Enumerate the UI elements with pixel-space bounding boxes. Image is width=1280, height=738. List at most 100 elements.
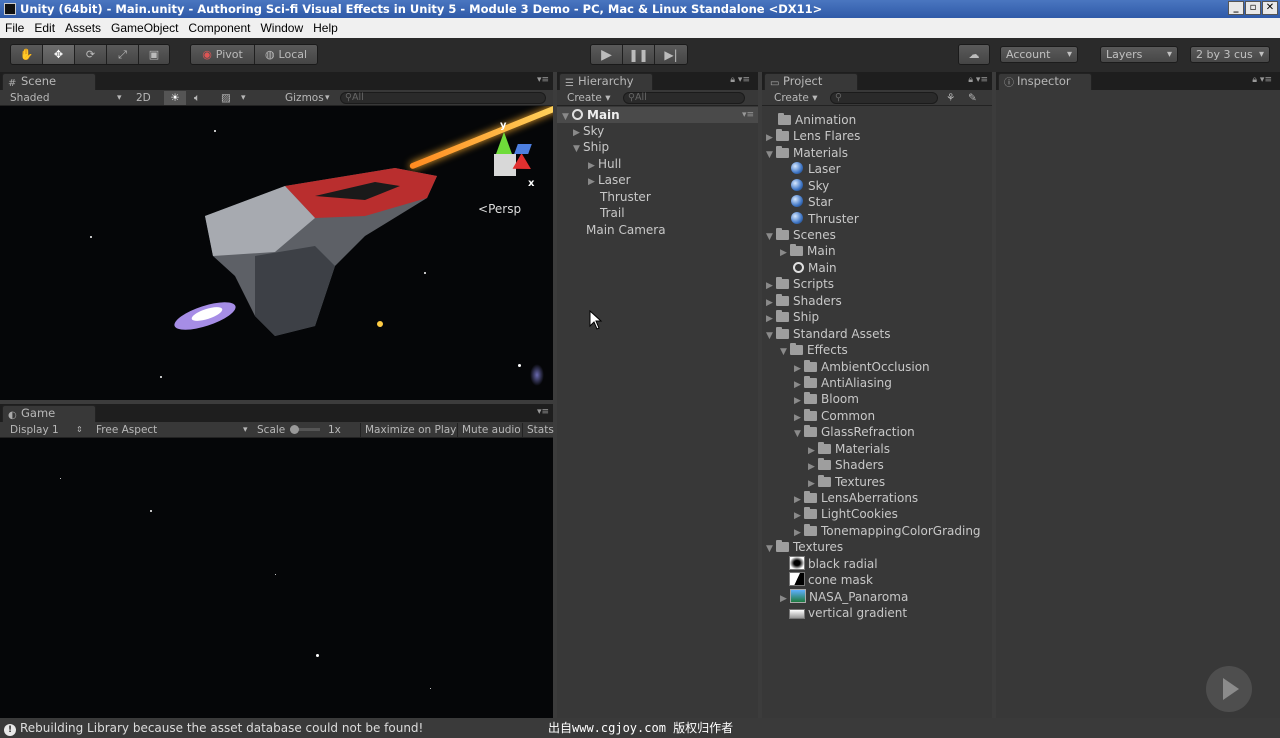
pause-icon[interactable]: ❚❚ (623, 45, 655, 64)
project-item-bloom[interactable]: ▶ Bloom (794, 391, 859, 407)
project-item-laser-material[interactable]: Laser (791, 161, 841, 177)
persp-label[interactable]: <Persp (478, 202, 521, 216)
project-item-shaders[interactable]: ▶ Shaders (766, 293, 842, 309)
maximize-button[interactable]: ▫ (1245, 1, 1261, 15)
hierarchy-create-dropdown[interactable]: Create ▾ (567, 91, 611, 105)
rotate-tool-icon[interactable]: ⟳ (75, 45, 107, 64)
expand-arrow-icon[interactable]: ▼ (573, 141, 583, 157)
tab-project[interactable]: ▭ Project (764, 73, 858, 90)
project-item-glass-textures[interactable]: ▶ Textures (808, 474, 885, 490)
hierarchy-item-thruster[interactable]: Thruster (600, 189, 651, 205)
expand-arrow-icon[interactable]: ▼ (766, 541, 776, 557)
project-item-lens-aberrations[interactable]: ▶ LensAberrations (794, 490, 918, 506)
tab-inspector[interactable]: ⓘ Inspector (998, 73, 1092, 90)
effects-chevron-icon[interactable]: ▾ (241, 91, 246, 105)
hierarchy-item-ship[interactable]: ▼ Ship (573, 139, 609, 155)
expand-arrow-icon[interactable]: ▼ (780, 344, 790, 360)
hierarchy-search-input[interactable]: ⚲All (623, 92, 745, 104)
scene-viewport[interactable]: y x <Persp (0, 106, 553, 400)
expand-arrow-icon[interactable]: ▼ (562, 109, 572, 125)
aspect-dropdown[interactable]: Free Aspect (96, 423, 157, 437)
hierarchy-item-hull[interactable]: ▶ Hull (588, 156, 621, 172)
project-item-light-cookies[interactable]: ▶ LightCookies (794, 506, 898, 522)
project-item-common[interactable]: ▶ Common (794, 408, 875, 424)
filter-by-type-icon[interactable]: ⚘ (946, 91, 955, 105)
hierarchy-item-main-scene[interactable]: ▼ Main ▾≡ (557, 107, 758, 123)
project-item-textures[interactable]: ▼ Textures (766, 539, 843, 555)
layers-dropdown[interactable]: Layers (1100, 46, 1178, 63)
expand-arrow-icon[interactable]: ▶ (766, 311, 776, 327)
expand-arrow-icon[interactable]: ▼ (794, 426, 804, 442)
scene-menu-icon[interactable]: ▾≡ (742, 107, 754, 123)
expand-arrow-icon[interactable]: ▶ (588, 174, 598, 190)
expand-arrow-icon[interactable]: ▶ (808, 459, 818, 475)
project-item-scenes[interactable]: ▼ Scenes (766, 227, 836, 243)
cloud-button[interactable]: ☁ (958, 44, 990, 65)
project-item-vertical-gradient[interactable]: vertical gradient (789, 605, 907, 621)
project-item-main-folder[interactable]: ▶ Main (780, 243, 836, 259)
scene-search-input[interactable]: ⚲All (340, 92, 546, 104)
pivot-button[interactable]: ◉ Pivot (191, 45, 255, 64)
effects-toggle-icon[interactable]: ▨ (221, 91, 231, 105)
stats-toggle[interactable]: Stats (522, 423, 554, 437)
menu-window[interactable]: Window (255, 21, 308, 35)
project-item-scripts[interactable]: ▶ Scripts (766, 276, 834, 292)
gizmos-dropdown[interactable]: Gizmos (285, 91, 324, 105)
tab-game[interactable]: ◐ Game (2, 405, 96, 422)
x-axis-cone[interactable] (512, 153, 536, 177)
filter-by-label-icon[interactable]: ✎ (968, 91, 977, 105)
project-item-black-radial[interactable]: black radial (789, 556, 878, 572)
project-item-star-material[interactable]: Star (791, 194, 833, 210)
project-item-main-scene[interactable]: Main (793, 260, 837, 276)
layout-dropdown[interactable]: 2 by 3 cus (1190, 46, 1270, 63)
expand-arrow-icon[interactable]: ▼ (766, 328, 776, 344)
panel-menu-icon[interactable]: ▾≡ (537, 407, 549, 417)
move-tool-icon[interactable]: ✥ (43, 45, 75, 64)
lock-icon[interactable]: 🔒︎ ▾≡ (968, 75, 988, 85)
project-item-ambient-occlusion[interactable]: ▶ AmbientOcclusion (794, 359, 930, 375)
tab-hierarchy[interactable]: ☰ Hierarchy (559, 73, 653, 90)
local-button[interactable]: ◍ Local (255, 45, 317, 64)
menu-component[interactable]: Component (183, 21, 255, 35)
scale-tool-icon[interactable]: ⤢ (107, 45, 139, 64)
minimize-button[interactable]: _ (1228, 1, 1244, 15)
project-item-thruster-material[interactable]: Thruster (791, 211, 859, 227)
panel-menu-icon[interactable]: ▾≡ (537, 75, 549, 85)
mute-audio-toggle[interactable]: Mute audio (457, 423, 521, 437)
gizmo-center-cube[interactable] (494, 154, 516, 176)
play-icon[interactable]: ▶ (591, 45, 623, 64)
project-item-glass-refraction[interactable]: ▼ GlassRefraction (794, 424, 915, 440)
scene-orientation-gizmo[interactable]: y x (478, 120, 538, 196)
game-viewport[interactable] (0, 438, 553, 718)
menu-edit[interactable]: Edit (29, 21, 60, 35)
menu-gameobject[interactable]: GameObject (106, 21, 183, 35)
rect-tool-icon[interactable]: ▣ (139, 45, 169, 64)
project-search-input[interactable]: ⚲ (830, 92, 938, 104)
expand-arrow-icon[interactable]: ▼ (766, 229, 776, 245)
menu-file[interactable]: File (0, 21, 29, 35)
tab-scene[interactable]: # Scene (2, 73, 96, 90)
project-item-materials[interactable]: ▼ Materials (766, 145, 848, 161)
hierarchy-item-laser[interactable]: ▶ Laser (588, 172, 631, 188)
hierarchy-item-trail[interactable]: Trail (600, 205, 625, 221)
project-item-standard-assets[interactable]: ▼ Standard Assets (766, 326, 890, 342)
display-dropdown[interactable]: Display 1 (10, 423, 59, 437)
expand-arrow-icon[interactable]: ▶ (794, 508, 804, 524)
lighting-toggle-icon[interactable]: ☀ (164, 91, 186, 105)
project-item-animation[interactable]: Animation (778, 112, 856, 128)
project-item-antialiasing[interactable]: ▶ AntiAliasing (794, 375, 892, 391)
close-button[interactable]: ✕ (1262, 1, 1278, 15)
project-item-glass-materials[interactable]: ▶ Materials (808, 441, 890, 457)
project-item-tonemapping[interactable]: ▶ TonemappingColorGrading (794, 523, 981, 539)
audio-toggle-icon[interactable]: 🔈︎ (194, 91, 200, 105)
expand-arrow-icon[interactable]: ▶ (794, 393, 804, 409)
lock-icon[interactable]: 🔒︎ ▾≡ (1252, 75, 1272, 85)
menu-assets[interactable]: Assets (60, 21, 106, 35)
scale-slider-thumb[interactable] (290, 425, 299, 434)
expand-arrow-icon[interactable]: ▶ (766, 278, 776, 294)
y-axis-cone[interactable] (496, 132, 512, 154)
hand-tool-icon[interactable]: ✋ (11, 45, 43, 64)
account-dropdown[interactable]: Account (1000, 46, 1078, 63)
menu-help[interactable]: Help (308, 21, 343, 35)
step-icon[interactable]: ▶| (655, 45, 687, 64)
